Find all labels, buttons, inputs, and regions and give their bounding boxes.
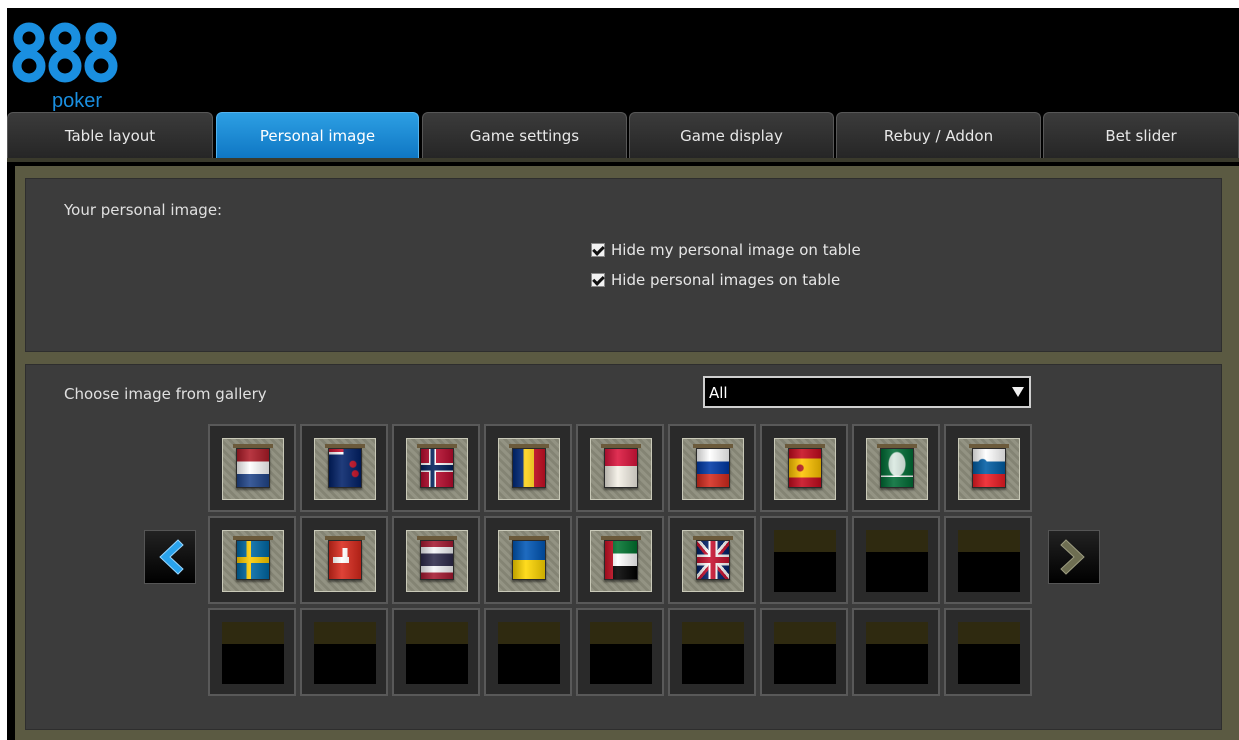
gallery-item-netherlands-flag[interactable] bbox=[208, 424, 296, 512]
gallery-panel: Choose image from gallery All bbox=[25, 364, 1222, 730]
gallery-item-poland-flag[interactable] bbox=[576, 424, 664, 512]
gallery-item-uk-flag[interactable] bbox=[668, 516, 756, 604]
tab-underline bbox=[7, 158, 1239, 162]
hide-images-checkbox[interactable] bbox=[591, 273, 605, 287]
saudi-arabia-flag-icon bbox=[880, 448, 914, 488]
tab-bar: Table layout Personal image Game setting… bbox=[7, 112, 1239, 162]
gallery-item-thailand-flag[interactable] bbox=[392, 516, 480, 604]
gallery-item-empty[interactable] bbox=[484, 608, 572, 696]
gallery-item-empty[interactable] bbox=[208, 608, 296, 696]
gallery-item-empty[interactable] bbox=[300, 608, 388, 696]
gallery-item-empty[interactable] bbox=[576, 608, 664, 696]
spain-flag-icon bbox=[788, 448, 822, 488]
russia-flag-icon bbox=[696, 448, 730, 488]
personal-image-panel: Your personal image: Hide my personal im… bbox=[25, 178, 1222, 352]
gallery-item-empty[interactable] bbox=[760, 516, 848, 604]
slovenia-flag-icon bbox=[972, 448, 1006, 488]
prev-page-button[interactable] bbox=[144, 530, 196, 584]
gallery-item-empty[interactable] bbox=[944, 516, 1032, 604]
tab-table-layout[interactable]: Table layout bbox=[7, 112, 213, 158]
hide-my-image-label: Hide my personal image on table bbox=[611, 241, 861, 259]
tab-rebuy-addon[interactable]: Rebuy / Addon bbox=[836, 112, 1041, 158]
gallery-heading: Choose image from gallery bbox=[64, 385, 267, 403]
tab-personal-image[interactable]: Personal image bbox=[216, 112, 419, 158]
gallery-item-empty[interactable] bbox=[852, 516, 940, 604]
gallery-item-empty[interactable] bbox=[668, 608, 756, 696]
gallery-item-uae-flag[interactable] bbox=[576, 516, 664, 604]
new-zealand-flag-icon bbox=[328, 448, 362, 488]
gallery-filter-value: All bbox=[709, 384, 728, 402]
thailand-flag-icon bbox=[420, 540, 454, 580]
romania-flag-icon bbox=[512, 448, 546, 488]
gallery-item-saudi-arabia-flag[interactable] bbox=[852, 424, 940, 512]
preferences-window: poker Table layout Personal image Game s… bbox=[7, 8, 1239, 740]
hide-images-option[interactable]: Hide personal images on table bbox=[591, 271, 840, 289]
tab-game-display[interactable]: Game display bbox=[629, 112, 834, 158]
personal-image-heading: Your personal image: bbox=[64, 201, 223, 219]
logo-poker-text: poker bbox=[52, 90, 103, 112]
tab-bet-slider[interactable]: Bet slider bbox=[1043, 112, 1239, 158]
next-page-button[interactable] bbox=[1048, 530, 1100, 584]
uk-flag-icon bbox=[696, 540, 730, 580]
tab-game-settings[interactable]: Game settings bbox=[422, 112, 627, 158]
gallery-item-slovenia-flag[interactable] bbox=[944, 424, 1032, 512]
gallery-item-new-zealand-flag[interactable] bbox=[300, 424, 388, 512]
888poker-logo: poker bbox=[12, 21, 122, 113]
hide-my-image-checkbox[interactable] bbox=[591, 243, 605, 257]
gallery-item-empty[interactable] bbox=[392, 608, 480, 696]
chevron-right-icon bbox=[1060, 539, 1085, 575]
gallery-grid bbox=[208, 424, 1032, 696]
gallery-item-norway-flag[interactable] bbox=[392, 424, 480, 512]
hide-my-image-option[interactable]: Hide my personal image on table bbox=[591, 241, 861, 259]
poland-flag-icon bbox=[604, 448, 638, 488]
gallery-item-russia-flag[interactable] bbox=[668, 424, 756, 512]
switzerland-flag-icon bbox=[328, 540, 362, 580]
gallery-item-sweden-flag[interactable] bbox=[208, 516, 296, 604]
ukraine-flag-icon bbox=[512, 540, 546, 580]
gallery-item-spain-flag[interactable] bbox=[760, 424, 848, 512]
tab-content: Your personal image: Hide my personal im… bbox=[15, 166, 1239, 740]
gallery-item-ukraine-flag[interactable] bbox=[484, 516, 572, 604]
dropdown-arrow-icon bbox=[1012, 387, 1024, 397]
netherlands-flag-icon bbox=[236, 448, 270, 488]
888-logo-digits-icon bbox=[12, 22, 118, 83]
chevron-left-icon bbox=[159, 539, 184, 575]
gallery-item-empty[interactable] bbox=[760, 608, 848, 696]
sweden-flag-icon bbox=[236, 540, 270, 580]
uae-flag-icon bbox=[604, 540, 638, 580]
gallery-item-switzerland-flag[interactable] bbox=[300, 516, 388, 604]
gallery-item-empty[interactable] bbox=[852, 608, 940, 696]
gallery-filter-dropdown[interactable]: All bbox=[703, 376, 1031, 408]
gallery-item-romania-flag[interactable] bbox=[484, 424, 572, 512]
hide-images-label: Hide personal images on table bbox=[611, 271, 841, 289]
norway-flag-icon bbox=[420, 448, 454, 488]
gallery-item-empty[interactable] bbox=[944, 608, 1032, 696]
